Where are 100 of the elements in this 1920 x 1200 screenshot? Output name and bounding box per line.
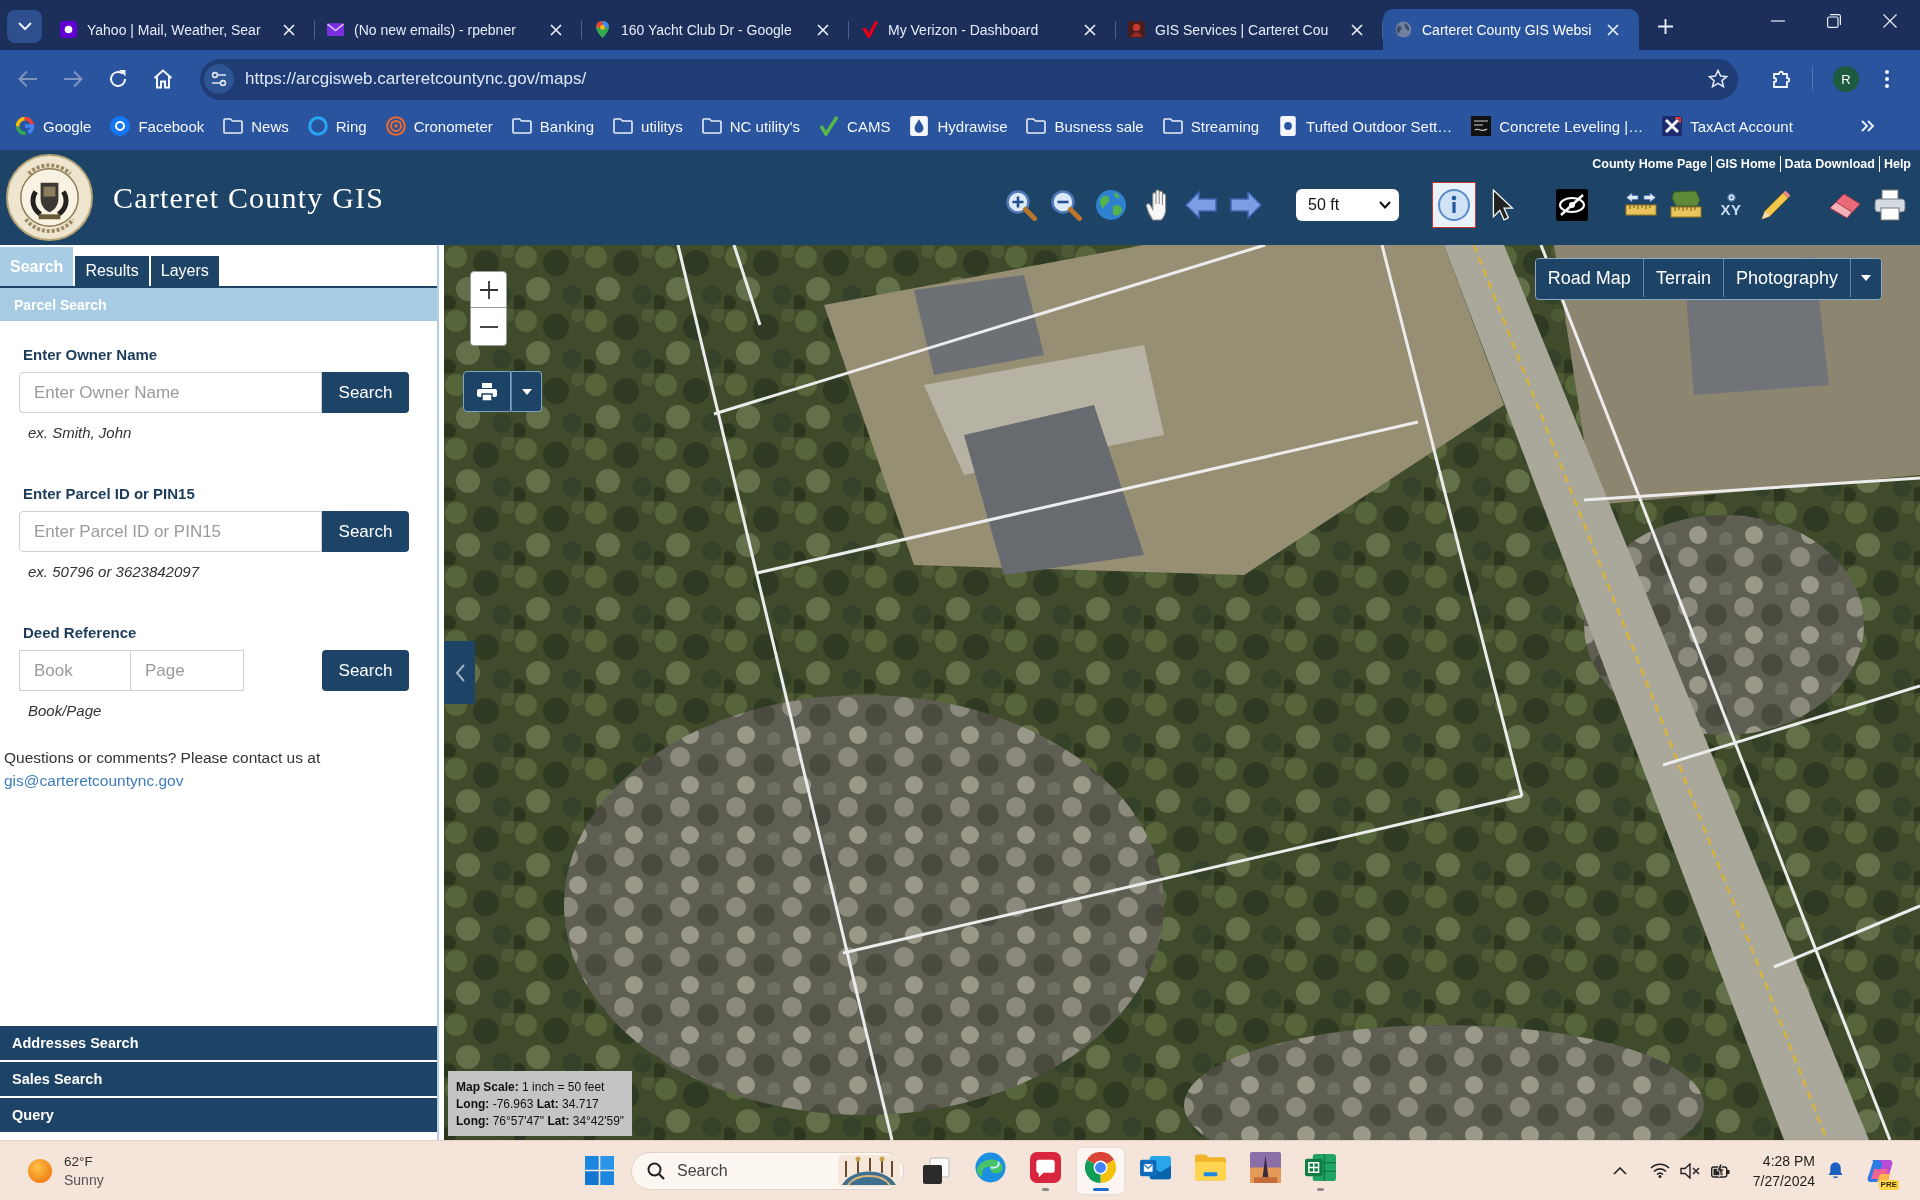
plus-icon[interactable] — [1658, 18, 1673, 34]
bell-icon[interactable] — [1828, 1162, 1843, 1179]
close-icon[interactable] — [1883, 14, 1897, 28]
hint-text: ex. Smith, John — [27, 423, 133, 443]
bookmark-item[interactable]: Hydrawise — [909, 116, 1008, 136]
chevron-up-icon[interactable] — [1612, 1166, 1627, 1175]
search-button[interactable]: Search — [322, 511, 409, 552]
ruler-map-icon — [1670, 189, 1702, 221]
header-link[interactable]: GIS Home — [1710, 156, 1780, 172]
header-link[interactable]: County Home Page — [1588, 156, 1711, 172]
taskbar-search-bar[interactable]: Search — [631, 1151, 904, 1190]
bookmark-item[interactable]: Busness sale — [1026, 116, 1144, 136]
close-icon[interactable] — [550, 23, 562, 36]
field-label: Deed Reference — [22, 624, 138, 642]
task-view-icon[interactable] — [922, 1156, 950, 1185]
close-icon[interactable] — [1607, 23, 1619, 36]
bookmark-item[interactable]: Tufted Outdoor Sett… — [1278, 116, 1453, 136]
contact-text: Questions or comments? Please contact us at gis@carteretcountync.gov — [4, 748, 322, 791]
bookmark-item[interactable]: Google — [15, 116, 92, 136]
double-chevron-icon[interactable] — [1861, 120, 1875, 132]
puzzle-icon[interactable] — [1772, 69, 1792, 89]
four-squares-icon[interactable] — [585, 1156, 614, 1185]
search-input-field[interactable]: Search — [677, 1158, 838, 1183]
bookmark-item[interactable]: Facebook — [110, 116, 205, 136]
browser-tab[interactable]: GIS Services | Carteret Cou — [1116, 9, 1383, 50]
profile-button[interactable]: R — [1833, 66, 1859, 92]
scale-select[interactable]: 50 ft — [1296, 189, 1399, 221]
browser-tab[interactable]: Yahoo | Mail, Weather, Sear — [48, 9, 315, 50]
speaker-icon[interactable] — [1679, 1162, 1701, 1179]
home-icon[interactable] — [153, 69, 173, 89]
site-settings-icon[interactable] — [204, 64, 234, 94]
xy-tool-button[interactable]: XY — [1713, 187, 1749, 223]
text-field[interactable]: Enter Owner Name — [19, 372, 322, 413]
bookmark-item[interactable]: CAMS — [819, 116, 891, 136]
close-icon[interactable] — [817, 23, 829, 36]
zoom-in-button[interactable] — [470, 271, 507, 308]
bookmark-item[interactable]: TaxAct Account — [1662, 116, 1793, 136]
taskbar-app-button[interactable] — [1076, 1146, 1125, 1195]
print-button[interactable] — [463, 371, 511, 412]
minus-icon — [479, 325, 498, 328]
text-field[interactable]: Page — [131, 650, 244, 691]
folder-icon — [701, 116, 722, 136]
basemap-button[interactable]: Road Map — [1535, 259, 1644, 297]
restore-icon[interactable] — [1827, 14, 1841, 28]
search-button[interactable]: Search — [322, 650, 409, 691]
section-header[interactable]: Query — [0, 1098, 437, 1132]
spreadsheet-icon — [1305, 1151, 1336, 1183]
text-field[interactable]: Book — [19, 650, 131, 691]
print-options-button[interactable] — [511, 371, 542, 412]
address-bar[interactable]: https://arcgisweb.carteretcountync.gov/maps/ — [200, 58, 1738, 100]
eye-slash-icon — [1556, 189, 1588, 221]
menu-icon[interactable] — [1885, 70, 1889, 88]
bookmark-item[interactable]: Concrete Leveling |… — [1471, 116, 1644, 136]
collapse-panel-button[interactable] — [444, 641, 475, 704]
aerial-photo-drawing[interactable] — [444, 245, 1920, 1140]
email-link[interactable]: gis@carteretcountync.gov — [4, 772, 184, 789]
photo-thumbnail-icon — [1250, 1151, 1281, 1183]
image-thumbnail-icon — [1471, 116, 1492, 136]
bookmark-item[interactable]: Cronometer — [385, 116, 493, 136]
weather-condition-text: Sunny — [64, 1170, 104, 1190]
hint-text: Book/Page — [27, 701, 103, 721]
bookmark-item[interactable]: Streaming — [1162, 116, 1260, 136]
close-icon[interactable] — [283, 23, 295, 36]
browser-tab[interactable]: My Verizon - Dashboard — [849, 9, 1116, 50]
bookmark-item[interactable]: NC utility's — [701, 116, 801, 136]
close-icon[interactable] — [1351, 23, 1363, 36]
decimal-coordinates-text: Long: -76.963 Lat: 34.717 — [456, 1096, 600, 1113]
bookmark-item[interactable]: Banking — [511, 116, 595, 136]
globe-icon — [1395, 21, 1412, 38]
tab-search-button[interactable] — [7, 9, 42, 43]
header-link[interactable]: Data Download — [1779, 156, 1879, 172]
search-button[interactable]: Search — [322, 372, 409, 413]
bookmark-item[interactable]: utilitys — [613, 116, 683, 136]
star-icon[interactable] — [1708, 69, 1728, 89]
emblem-icon — [1128, 21, 1145, 38]
tool-button[interactable] — [1554, 187, 1590, 223]
tool-button[interactable] — [1003, 187, 1039, 223]
battery-icon[interactable] — [1710, 1163, 1730, 1178]
map-scale-text: Map Scale: 1 inch = 50 feet — [456, 1079, 606, 1096]
bookmark-item[interactable]: News — [223, 116, 289, 136]
text-field[interactable]: Enter Parcel ID or PIN15 — [19, 511, 322, 552]
close-icon[interactable] — [1084, 23, 1096, 36]
field-label: Enter Owner Name — [22, 346, 159, 364]
zoom-out-button[interactable] — [470, 308, 507, 346]
bookmark-item[interactable]: Ring — [307, 116, 367, 136]
browser-tab[interactable]: 160 Yacht Club Dr - Google — [582, 9, 849, 50]
tool-button[interactable] — [1048, 187, 1084, 223]
chevron-down-icon — [17, 19, 32, 33]
header-link[interactable]: Help — [1878, 156, 1915, 172]
check-icon — [861, 21, 878, 38]
section-header[interactable]: Addresses Search — [0, 1026, 437, 1060]
tool-button[interactable] — [1872, 187, 1908, 223]
panel-tab[interactable]: Results — [75, 256, 149, 286]
browser-tab[interactable]: (No new emails) - rpebner — [315, 9, 582, 50]
browser-tab[interactable]: Carteret County GIS Websi — [1383, 9, 1639, 50]
wifi-icon[interactable] — [1649, 1163, 1670, 1178]
section-header[interactable]: Sales Search — [0, 1062, 437, 1096]
droplet-square-icon — [909, 116, 930, 136]
panel-tab[interactable]: Layers — [150, 256, 219, 286]
reload-icon[interactable] — [108, 69, 128, 89]
